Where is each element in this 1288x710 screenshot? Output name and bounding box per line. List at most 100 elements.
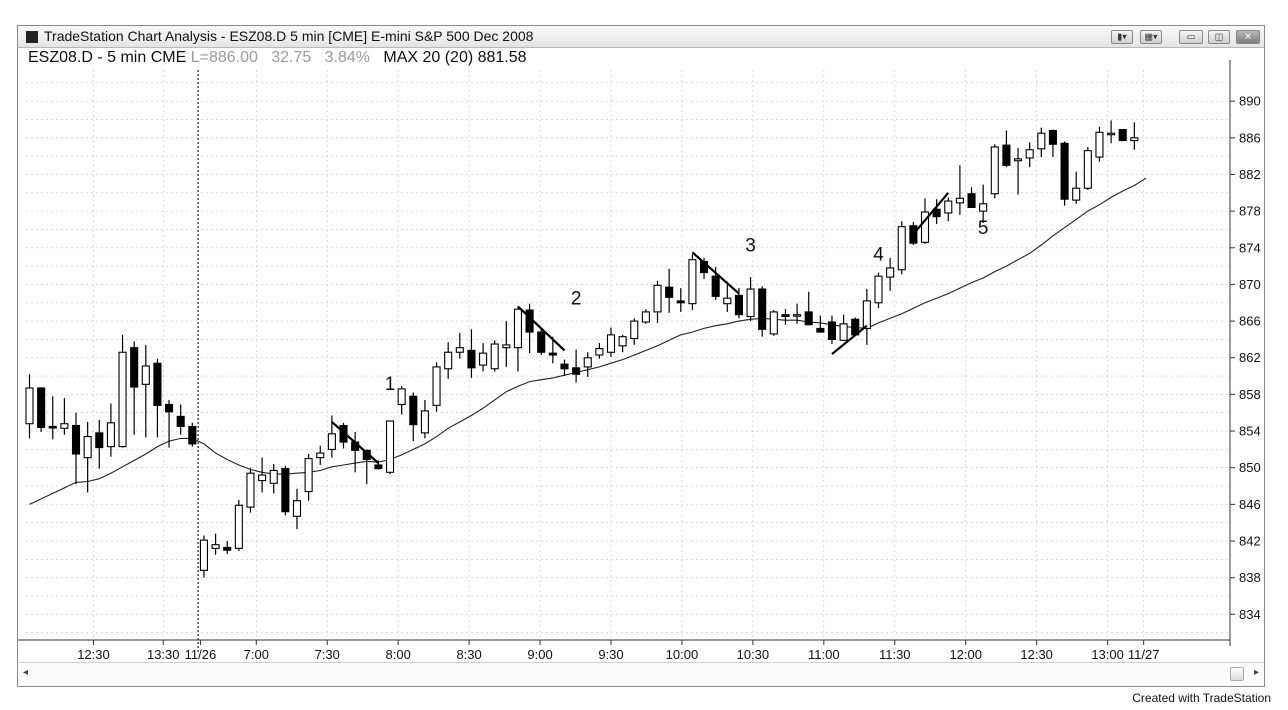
candle-up bbox=[118, 351, 127, 448]
candle-up bbox=[304, 458, 313, 493]
scroll-left-arrow-icon[interactable]: ◂ bbox=[23, 667, 28, 678]
candle-down bbox=[665, 286, 674, 298]
candle-down bbox=[37, 387, 46, 428]
candle-up bbox=[746, 288, 755, 318]
candle-up bbox=[106, 422, 115, 448]
candle-down bbox=[153, 362, 162, 406]
candle-up bbox=[420, 410, 429, 434]
candle-up bbox=[397, 388, 406, 406]
candle-up bbox=[199, 539, 208, 571]
price-tick-label: 886 bbox=[1239, 130, 1261, 145]
candle-up bbox=[641, 311, 650, 323]
candle-down bbox=[537, 331, 546, 353]
candle-up bbox=[944, 200, 953, 214]
candle-up bbox=[862, 300, 871, 329]
candle-down bbox=[95, 432, 104, 449]
time-tick-label: 10:30 bbox=[737, 647, 770, 662]
candle-up bbox=[839, 323, 848, 341]
candle-up bbox=[327, 433, 336, 450]
candle-down bbox=[1048, 129, 1057, 145]
price-tick-label: 834 bbox=[1239, 607, 1261, 622]
candle-down bbox=[734, 294, 743, 316]
candle-down bbox=[572, 367, 581, 375]
annotation-label: 2 bbox=[571, 289, 582, 310]
time-tick-label: 8:30 bbox=[456, 647, 481, 662]
candle-down bbox=[1060, 142, 1069, 200]
candle-up bbox=[769, 311, 778, 335]
candle-up bbox=[246, 472, 255, 508]
candle-up bbox=[897, 226, 906, 271]
price-tick-label: 846 bbox=[1239, 497, 1261, 512]
candle-down bbox=[223, 546, 232, 551]
candle-up bbox=[583, 357, 592, 368]
time-tick-label: 9:00 bbox=[527, 647, 552, 662]
time-tick-label: 10:00 bbox=[666, 647, 699, 662]
time-tick-label: 9:30 bbox=[598, 647, 623, 662]
candle-down bbox=[281, 468, 290, 513]
candle-up bbox=[444, 351, 453, 370]
candle-down bbox=[560, 363, 569, 370]
candle-up bbox=[1072, 187, 1081, 201]
candle-up bbox=[490, 343, 499, 370]
time-tick-label: 13:30 bbox=[147, 647, 180, 662]
candle-up bbox=[141, 365, 150, 385]
candle-up bbox=[25, 387, 34, 425]
scroll-thumb[interactable] bbox=[1230, 667, 1244, 681]
time-tick-label: 11/26 bbox=[185, 647, 217, 662]
trendline bbox=[912, 192, 950, 235]
candle-up bbox=[1025, 149, 1034, 159]
candle-up bbox=[83, 436, 92, 459]
time-tick-label: 12:30 bbox=[77, 647, 110, 662]
candle-down bbox=[781, 314, 790, 318]
candle-down bbox=[48, 425, 57, 429]
candle-up bbox=[316, 452, 325, 459]
time-tick-label: 8:00 bbox=[386, 647, 411, 662]
annotation-label: 1 bbox=[385, 374, 396, 395]
candle-up bbox=[979, 203, 988, 212]
candle-up bbox=[1095, 131, 1104, 158]
price-tick-label: 890 bbox=[1239, 94, 1261, 109]
candle-up bbox=[793, 314, 802, 317]
candle-up bbox=[653, 284, 662, 313]
candle-up bbox=[990, 146, 999, 195]
price-tick-label: 854 bbox=[1239, 424, 1261, 439]
candle-down bbox=[176, 415, 185, 428]
candle-down bbox=[804, 311, 813, 326]
candle-down bbox=[827, 321, 837, 340]
candle-up bbox=[618, 336, 627, 347]
trendline bbox=[831, 324, 868, 355]
candle-down bbox=[816, 327, 825, 333]
price-tick-label: 882 bbox=[1239, 167, 1261, 182]
price-chart[interactable]: 890 886 882 878 874 870 866 862 858 854 850 846 842 8… bbox=[18, 26, 1264, 662]
annotation-label: 3 bbox=[745, 235, 756, 256]
credit-text: Created with TradeStation bbox=[1132, 691, 1271, 705]
candle-down bbox=[130, 347, 139, 388]
annotation-label: 5 bbox=[978, 218, 989, 239]
time-tick-label: 11:00 bbox=[808, 647, 840, 662]
price-tick-label: 866 bbox=[1239, 314, 1261, 329]
candle-up bbox=[886, 267, 895, 278]
price-tick-label: 874 bbox=[1239, 240, 1261, 255]
candle-up bbox=[1013, 158, 1023, 162]
price-tick-label: 862 bbox=[1239, 350, 1261, 365]
candle-up bbox=[874, 275, 883, 304]
candle-up bbox=[432, 366, 441, 406]
candle-up bbox=[211, 544, 220, 549]
candle-up bbox=[513, 308, 523, 349]
candle-up bbox=[1083, 150, 1092, 189]
candle-up bbox=[723, 297, 732, 305]
candle-up bbox=[292, 500, 302, 517]
candle-up bbox=[595, 348, 604, 356]
time-tick-label: 12:00 bbox=[949, 647, 982, 662]
chart-window: TradeStation Chart Analysis - ESZ08.D 5 … bbox=[17, 25, 1265, 687]
candle-up bbox=[502, 344, 511, 349]
scroll-right-arrow-icon[interactable]: ▸ bbox=[1254, 667, 1259, 678]
candle-up bbox=[1037, 132, 1046, 150]
annotation-label: 4 bbox=[873, 245, 884, 266]
candle-up bbox=[1107, 132, 1116, 136]
price-tick-label: 858 bbox=[1239, 387, 1261, 402]
candle-down bbox=[909, 225, 918, 244]
horizontal-scrollbar[interactable]: ◂ ▸ bbox=[18, 662, 1264, 686]
candle-up bbox=[688, 259, 697, 305]
time-tick-label: 13:00 bbox=[1091, 647, 1124, 662]
